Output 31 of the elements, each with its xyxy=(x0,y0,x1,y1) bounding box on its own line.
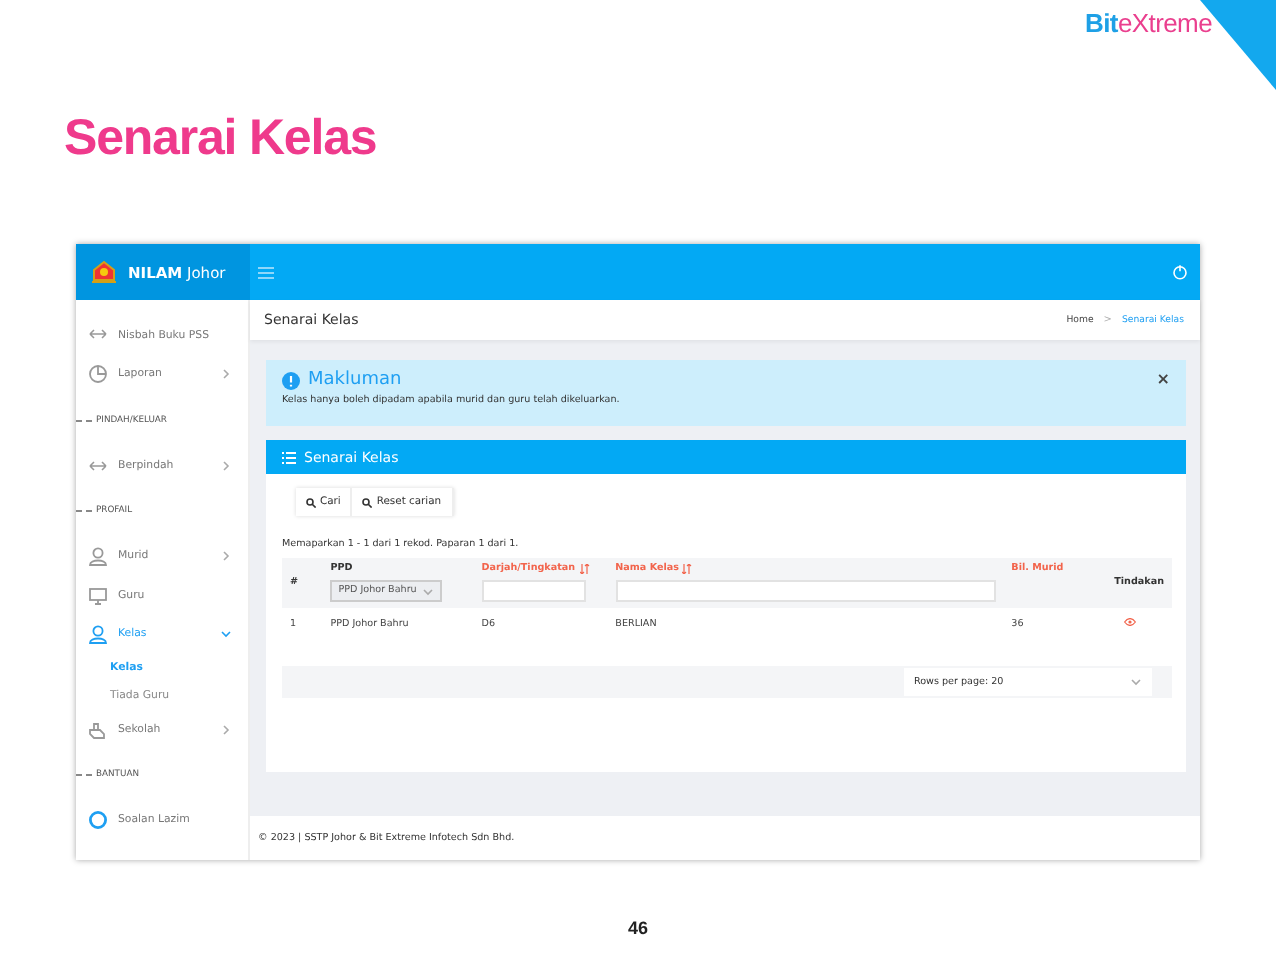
search-icon xyxy=(362,497,373,507)
logo: BiteXtreme xyxy=(1085,8,1212,42)
arrows-icon xyxy=(88,455,108,476)
power-icon[interactable] xyxy=(1172,264,1188,280)
list-icon xyxy=(282,451,296,463)
filter-field[interactable] xyxy=(615,580,996,602)
chevron-icon xyxy=(220,550,232,563)
info-icon xyxy=(282,371,300,389)
sort-icon xyxy=(682,564,693,574)
monitor-icon xyxy=(88,585,108,606)
page-number: 46 xyxy=(627,918,648,938)
chevron-icon xyxy=(220,628,232,641)
crest-icon xyxy=(88,258,120,286)
sort-icon xyxy=(579,564,590,574)
chevron-icon xyxy=(220,368,232,381)
slide-title: Senarai Kelas xyxy=(64,108,379,168)
user-icon xyxy=(88,624,108,645)
menu-icon[interactable] xyxy=(258,265,274,279)
circle-icon xyxy=(88,810,108,831)
filter-field[interactable] xyxy=(481,580,586,602)
close-button[interactable]: × xyxy=(1156,370,1170,388)
chevron-icon xyxy=(1130,676,1142,688)
user-icon xyxy=(88,546,108,567)
pie-chart-icon xyxy=(88,364,108,385)
hand-icon xyxy=(88,719,108,740)
search-icon xyxy=(306,497,316,507)
chevron-icon xyxy=(220,459,232,472)
chevron-icon xyxy=(220,723,232,736)
alert-title: Makluman xyxy=(308,370,402,390)
eye-icon[interactable] xyxy=(1124,618,1136,626)
chevron-icon xyxy=(422,585,435,597)
